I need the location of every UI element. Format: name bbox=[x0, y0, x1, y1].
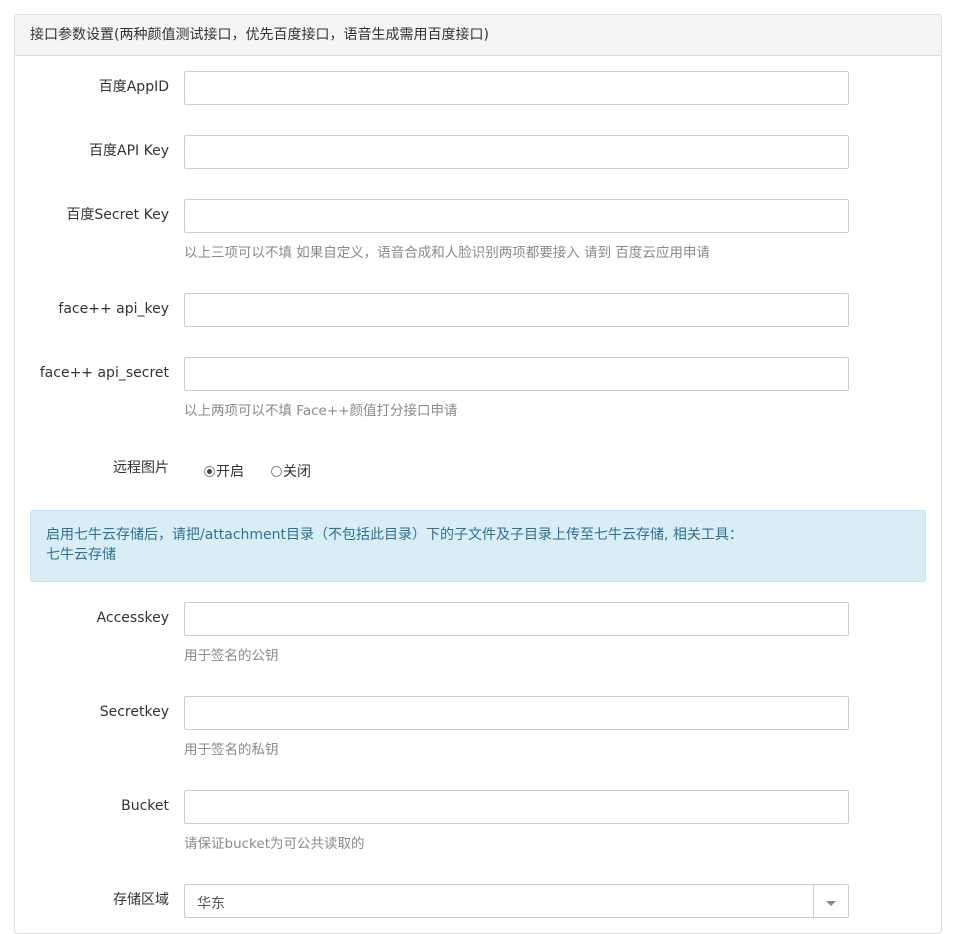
qiniu-notice-text: 启用七牛云存储后，请把/attachment目录（不包括此目录）下的子文件及子目… bbox=[46, 527, 743, 543]
chevron-down-icon[interactable] bbox=[813, 885, 848, 917]
baidu-keys-help-text: 以上三项可以不填 如果自定义，语音合成和人脸识别两项都要接入 请到 百度云应用申… bbox=[184, 245, 710, 261]
baidu-appid-input[interactable] bbox=[184, 71, 849, 105]
remote-image-option-on[interactable]: 开启 bbox=[204, 461, 244, 481]
region-selected-value: 华东 bbox=[197, 896, 225, 912]
secretkey-label: Secretkey bbox=[99, 704, 169, 720]
accesskey-input[interactable] bbox=[184, 602, 849, 636]
qiniu-tool-link[interactable]: 七牛云存储 bbox=[46, 545, 910, 565]
bucket-label: Bucket bbox=[121, 798, 169, 814]
remote-image-radio-group: 开启 关闭 bbox=[204, 461, 311, 481]
region-select[interactable]: 华东 bbox=[184, 884, 849, 918]
baidu-secret-key-label: 百度Secret Key bbox=[66, 207, 169, 223]
baidu-secret-key-input[interactable] bbox=[184, 199, 849, 233]
facepp-api-key-input[interactable] bbox=[184, 293, 849, 327]
remote-image-option-off[interactable]: 关闭 bbox=[271, 461, 311, 481]
panel-title: 接口参数设置(两种颜值测试接口，优先百度接口，语音生成需用百度接口) bbox=[15, 15, 941, 56]
accesskey-help-text: 用于签名的公钥 bbox=[184, 648, 279, 664]
remote-image-option-off-label: 关闭 bbox=[283, 464, 311, 480]
secretkey-help-text: 用于签名的私钥 bbox=[184, 742, 279, 758]
facepp-api-secret-input[interactable] bbox=[184, 357, 849, 391]
baidu-appid-label: 百度AppID bbox=[98, 79, 169, 95]
remote-image-label: 远程图片 bbox=[113, 460, 169, 476]
facepp-api-secret-label: face++ api_secret bbox=[39, 365, 169, 381]
baidu-api-key-label: 百度API Key bbox=[89, 143, 169, 159]
radio-unchecked-icon[interactable] bbox=[271, 465, 282, 477]
bucket-input[interactable] bbox=[184, 790, 849, 824]
qiniu-info-alert: 启用七牛云存储后，请把/attachment目录（不包括此目录）下的子文件及子目… bbox=[30, 510, 926, 582]
baidu-api-key-input[interactable] bbox=[184, 135, 849, 169]
bucket-help-text: 请保证bucket为可公共读取的 bbox=[184, 836, 365, 852]
facepp-help-text: 以上两项可以不填 Face++颜值打分接口申请 bbox=[184, 403, 458, 419]
facepp-api-key-label: face++ api_key bbox=[58, 301, 169, 317]
remote-image-option-on-label: 开启 bbox=[216, 464, 244, 480]
region-label: 存储区域 bbox=[113, 892, 169, 908]
radio-checked-icon[interactable] bbox=[204, 465, 215, 477]
secretkey-input[interactable] bbox=[184, 696, 849, 730]
accesskey-label: Accesskey bbox=[96, 610, 169, 626]
settings-panel: 接口参数设置(两种颜值测试接口，优先百度接口，语音生成需用百度接口) 百度App… bbox=[14, 14, 942, 934]
